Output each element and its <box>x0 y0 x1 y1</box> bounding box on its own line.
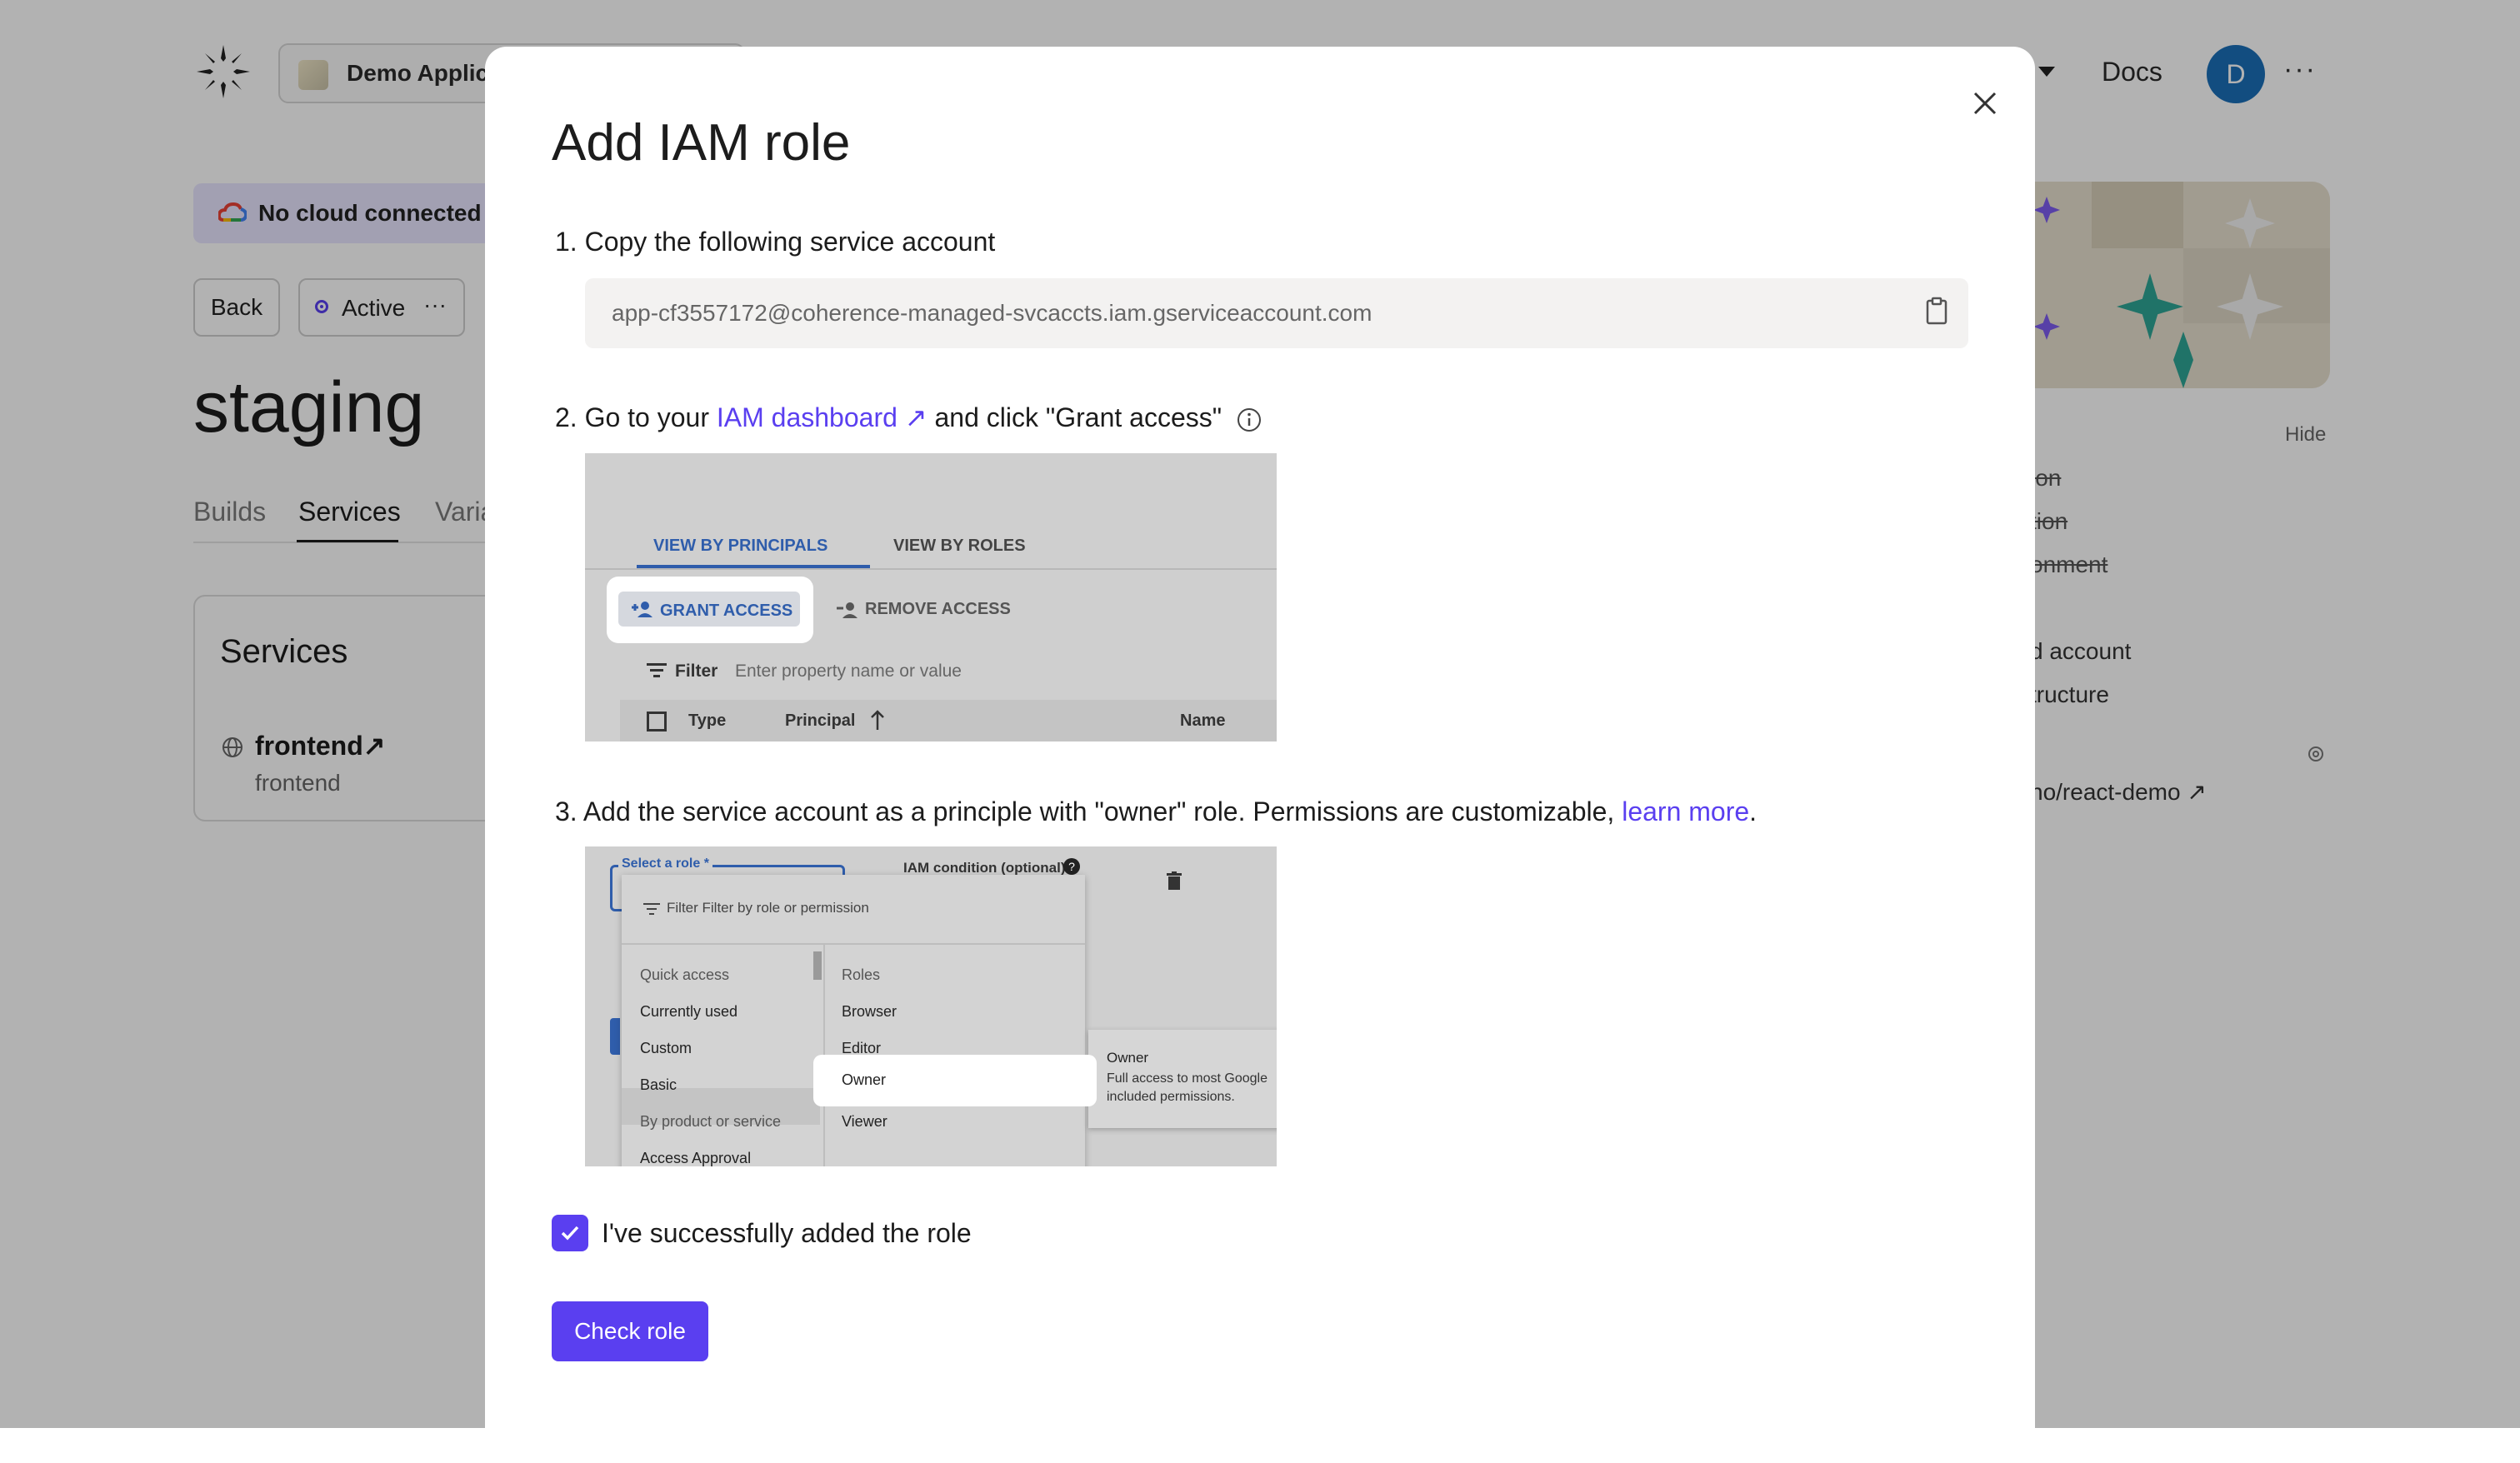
step-2-suffix: and click "Grant access" <box>927 402 1222 432</box>
clipboard-icon[interactable] <box>1925 297 1948 325</box>
tooltip-title: Owner <box>1107 1050 1149 1066</box>
role-filter-row: Filter Filter by role or permission <box>622 875 1085 945</box>
role-item: Roles <box>842 966 881 983</box>
step-2-label: 2. Go to your IAM dashboard ↗ and click … <box>555 402 1262 433</box>
help-icon: ? <box>1063 858 1080 875</box>
select-role-label: Select a role * <box>618 856 712 871</box>
role-tooltip: Owner Full access to most Google include… <box>1088 1030 1277 1128</box>
table-header: Type Principal Name <box>620 700 1277 741</box>
role-added-checkbox[interactable] <box>552 1215 588 1251</box>
owner-role-highlight: Owner <box>813 1055 1097 1106</box>
filter-icon <box>647 663 667 677</box>
add-iam-role-modal: Add IAM role 1. Copy the following servi… <box>485 47 2035 1463</box>
tab-view-by-principals: VIEW BY PRINCIPALS <box>653 537 828 555</box>
column-type: Type <box>688 712 727 730</box>
divider <box>585 568 1277 570</box>
role-dropdown: Filter Filter by role or permission Quic… <box>622 875 1085 1166</box>
category-item: By product or service <box>640 1113 782 1130</box>
step-1-label: 1. Copy the following service account <box>555 227 996 257</box>
scrollbar <box>813 951 822 980</box>
select-accent <box>610 1018 620 1055</box>
step-2-prefix: 2. Go to your <box>555 402 717 432</box>
filter-label: Filter <box>675 662 718 681</box>
filter-placeholder: Enter property name or value <box>735 662 962 681</box>
category-item: Basic <box>640 1076 678 1093</box>
role-item: Viewer <box>842 1113 888 1130</box>
step-3-text: 3. Add the service account as a principl… <box>555 796 1622 826</box>
filter-icon <box>643 903 660 915</box>
step-3-label: 3. Add the service account as a principl… <box>555 796 1757 827</box>
role-item: Browser <box>842 1003 898 1020</box>
service-account-field[interactable]: app-cf3557172@coherence-managed-svcaccts… <box>585 278 1968 348</box>
category-item: Access Approval <box>640 1150 752 1166</box>
iam-condition-label: IAM condition (optional) <box>903 860 1066 876</box>
column-principal: Principal <box>785 712 856 730</box>
remove-person-icon <box>837 602 858 618</box>
category-item: Custom <box>640 1040 692 1056</box>
step-3-end: . <box>1749 796 1758 826</box>
column-name: Name <box>1180 712 1226 730</box>
checkmark-icon <box>561 1226 579 1241</box>
category-item: Quick access <box>640 966 730 983</box>
check-role-button[interactable]: Check role <box>552 1301 708 1361</box>
info-icon[interactable] <box>1236 407 1262 433</box>
grant-access-label: GRANT ACCESS <box>660 602 793 620</box>
owner-role-label: Owner <box>842 1071 887 1088</box>
grant-access-button: GRANT ACCESS <box>618 592 800 627</box>
grant-access-screenshot: VIEW BY PRINCIPALS VIEW BY ROLES GRANT A… <box>585 453 1277 741</box>
modal-title: Add IAM role <box>552 114 851 172</box>
trash-icon <box>1167 871 1182 890</box>
learn-more-link[interactable]: learn more <box>1622 796 1749 826</box>
iam-dashboard-link[interactable]: IAM dashboard ↗ <box>717 402 928 432</box>
service-account-value: app-cf3557172@coherence-managed-svcaccts… <box>612 300 1372 326</box>
arrow-up-icon <box>871 710 884 730</box>
role-filter-text: Filter Filter by role or permission <box>667 900 869 916</box>
category-item: Currently used <box>640 1003 738 1020</box>
close-icon[interactable] <box>1967 85 2003 122</box>
tab-view-by-roles: VIEW BY ROLES <box>893 537 1026 555</box>
add-person-icon <box>632 602 652 617</box>
remove-access-label: REMOVE ACCESS <box>865 600 1011 618</box>
grant-access-highlight: GRANT ACCESS <box>607 577 813 643</box>
select-role-screenshot: Select a role * IAM condition (optional)… <box>585 846 1277 1166</box>
role-added-label[interactable]: I've successfully added the role <box>602 1218 972 1249</box>
tooltip-body: Full access to most Google included perm… <box>1107 1071 1268 1104</box>
checkbox-icon <box>647 712 667 732</box>
